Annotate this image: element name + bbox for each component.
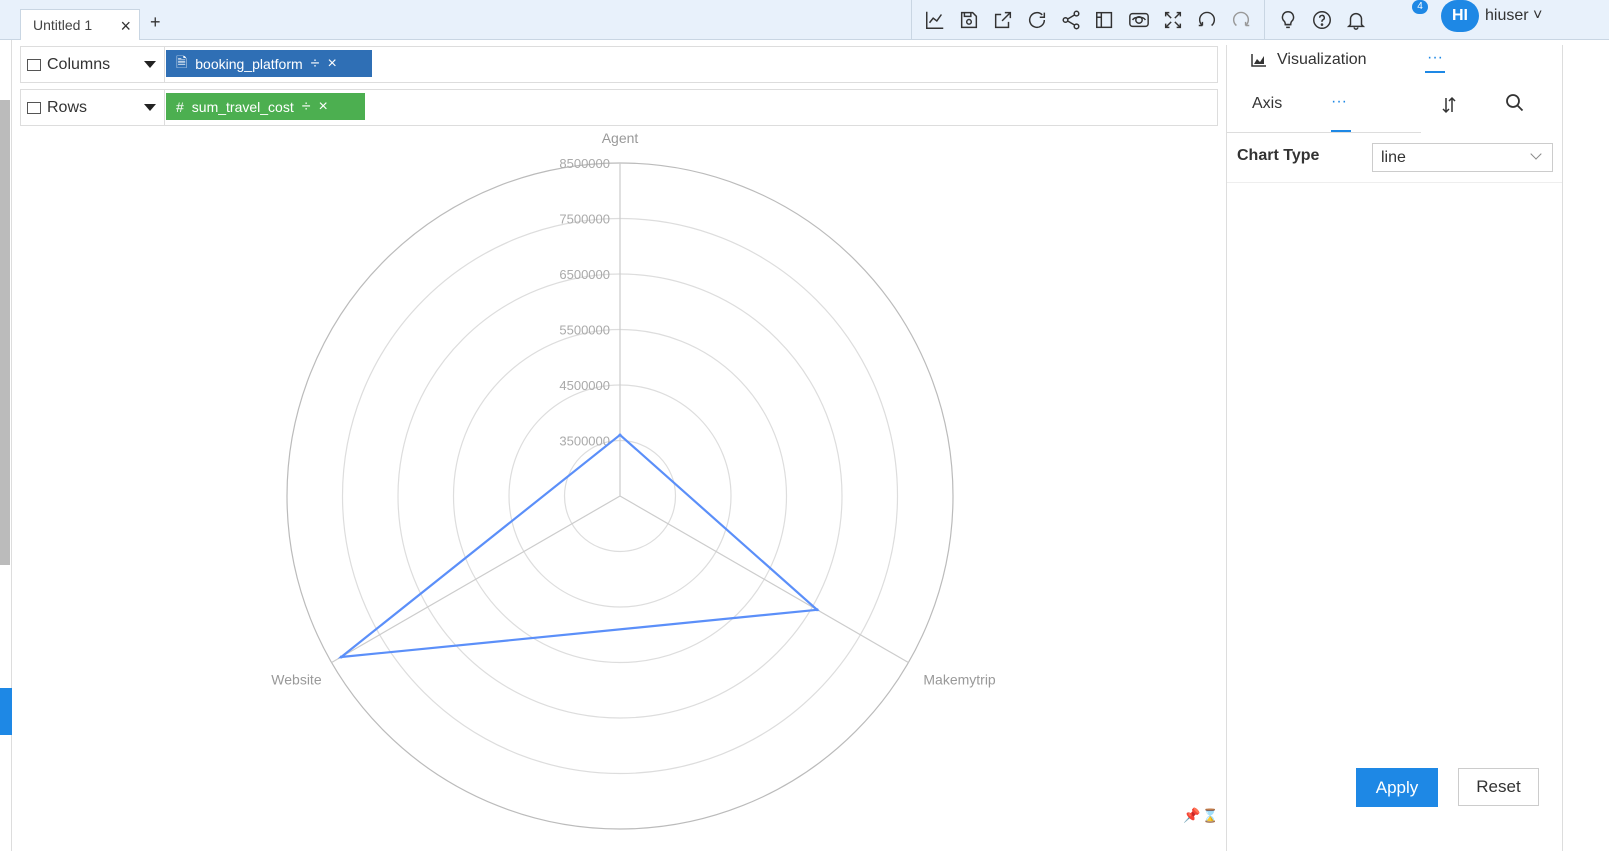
columns-shelf: Columns 🗎 booking_platform ÷ ×	[20, 46, 1218, 83]
share-icon[interactable]	[1054, 4, 1088, 36]
tick-label: 3500000	[559, 434, 610, 449]
columns-shelf-label[interactable]: Columns	[21, 47, 165, 82]
chart-icon	[1251, 54, 1266, 67]
tab-label: Untitled 1	[33, 17, 93, 33]
close-icon[interactable]: ×	[319, 98, 328, 116]
columns-icon	[27, 58, 41, 71]
columns-field-pill[interactable]: 🗎 booking_platform ÷ ×	[166, 50, 372, 77]
search-icon[interactable]	[1505, 93, 1525, 118]
radar-chart: 3500000 4500000 5500000 6500000 7500000 85000…	[271, 130, 1218, 830]
tick-label: 7500000	[559, 212, 610, 227]
more-options-tab[interactable]: ···	[1425, 49, 1445, 73]
tab-axis[interactable]: Axis	[1252, 95, 1282, 113]
close-icon[interactable]: ×	[120, 16, 131, 37]
hourglass-icon: ⌛	[1202, 808, 1218, 824]
notification-badge: 4	[1412, 0, 1428, 14]
apply-button[interactable]: Apply	[1356, 768, 1438, 807]
toolbar	[905, 0, 1373, 40]
tick-label: 4500000	[559, 378, 610, 393]
chevron-down-icon: ˅	[1528, 7, 1543, 24]
redo-icon[interactable]	[1224, 4, 1258, 36]
avatar[interactable]: HI	[1441, 0, 1479, 32]
username-label: hiuser	[1485, 7, 1529, 24]
chart-type-label: Chart Type	[1237, 147, 1320, 164]
category-label: Makemytrip	[923, 672, 996, 688]
visualization-header: Visualization ···	[1227, 45, 1563, 77]
line-chart-icon[interactable]	[918, 4, 952, 36]
rows-shelf: Rows # sum_travel_cost ÷ ×	[20, 89, 1218, 126]
caret-down-icon[interactable]	[144, 104, 156, 111]
caret-down-icon[interactable]	[144, 61, 156, 68]
data-point	[815, 608, 819, 612]
help-icon[interactable]	[1305, 4, 1339, 36]
fullscreen-icon[interactable]	[1156, 4, 1190, 36]
undo-icon[interactable]	[1190, 4, 1224, 36]
rows-icon	[27, 101, 41, 114]
hash-icon: #	[176, 98, 184, 115]
chevron-down-icon	[1530, 148, 1542, 160]
right-panel: Visualization ··· Axis ··· Chart Type li…	[1226, 45, 1563, 851]
axis-line	[619, 495, 909, 664]
columns-field-label: booking_platform	[195, 55, 303, 72]
sort-icon[interactable]	[1439, 95, 1459, 120]
divider	[1227, 182, 1563, 183]
rows-label: Rows	[47, 98, 88, 116]
refresh-icon[interactable]	[1020, 4, 1054, 36]
columns-label: Columns	[47, 55, 111, 73]
rows-shelf-label[interactable]: Rows	[21, 90, 165, 125]
save-icon[interactable]	[952, 4, 986, 36]
bulb-icon[interactable]	[1271, 4, 1305, 36]
axis-line	[331, 495, 621, 664]
top-bar: Untitled 1 × + 4 HI hiuser ˅	[0, 0, 1609, 40]
reset-button[interactable]: Reset	[1458, 768, 1539, 806]
chart-area: 3500000 4500000 5500000 6500000 7500000 85000…	[20, 128, 1226, 851]
tab-more[interactable]: ···	[1331, 93, 1347, 111]
chart-type-select[interactable]: line	[1372, 143, 1553, 172]
bell-icon[interactable]	[1339, 4, 1373, 36]
preview-icon[interactable]	[1122, 4, 1156, 36]
divider	[911, 0, 912, 40]
category-label: Agent	[602, 130, 639, 146]
scrollbar[interactable]	[0, 100, 10, 565]
tick-label: 5500000	[559, 323, 610, 338]
visualization-tab[interactable]: Visualization	[1251, 51, 1367, 69]
export-icon[interactable]	[986, 4, 1020, 36]
layout-icon[interactable]	[1088, 4, 1122, 36]
right-scroll-strip	[1562, 45, 1609, 851]
chart-type-value: line	[1381, 149, 1406, 166]
data-point	[618, 433, 622, 437]
tick-label: 6500000	[559, 267, 610, 282]
divide-icon[interactable]: ÷	[311, 55, 320, 73]
document-icon: 🗎	[176, 53, 188, 70]
visualization-label: Visualization	[1277, 51, 1367, 68]
series-line	[337, 433, 820, 659]
category-label: Website	[271, 672, 322, 688]
divider	[1264, 0, 1265, 40]
divide-icon[interactable]: ÷	[302, 98, 311, 116]
user-menu[interactable]: hiuser ˅	[1485, 7, 1542, 25]
add-tab-button[interactable]: +	[150, 12, 161, 33]
rows-field-label: sum_travel_cost	[191, 98, 294, 115]
tick-label: 8500000	[559, 156, 610, 171]
divider	[1227, 132, 1421, 133]
tab-untitled-1[interactable]: Untitled 1 ×	[20, 9, 140, 40]
pin-icon: 📌	[1183, 806, 1201, 824]
data-point	[339, 655, 343, 659]
side-handle[interactable]	[0, 688, 12, 735]
close-icon[interactable]: ×	[327, 55, 336, 73]
rows-field-pill[interactable]: # sum_travel_cost ÷ ×	[166, 93, 365, 120]
left-strip	[0, 40, 12, 851]
